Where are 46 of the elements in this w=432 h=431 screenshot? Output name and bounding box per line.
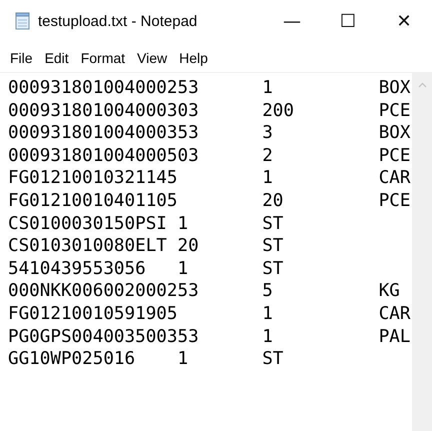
text-cell: PAL — [378, 326, 410, 348]
text-cell-text: PG0GPS004003500353 — [8, 326, 200, 348]
text-cell: ST — [262, 212, 284, 236]
text-cell: BOX — [378, 122, 410, 145]
text-cell-text: CS0103010080ELT 20 — [8, 235, 200, 258]
text-cell-text: FG01210010321145 — [8, 167, 178, 190]
text-cell-text: FG01210010591905 — [8, 302, 178, 326]
text-cell: CAR — [378, 167, 410, 190]
window-title: testupload.txt - Notepad — [38, 12, 198, 30]
text-cell-text: FG01210010401105 — [8, 190, 178, 213]
text-cell-text: 5 — [262, 280, 274, 303]
text-cell-text: 200 — [262, 100, 295, 122]
text-cell-text: 000931801004000253 — [8, 77, 200, 100]
text-cell-text: CS0100030150PSI 1 — [8, 212, 190, 236]
text-cell-text: 000NKK006002000253 — [8, 280, 200, 303]
text-cell: ST — [262, 348, 284, 371]
text-cell: ST — [262, 258, 284, 280]
text-cell: CAR — [378, 302, 410, 326]
text-cell-text: 1 — [262, 167, 274, 190]
notepad-icon — [14, 12, 32, 30]
text-cell-text: 000931801004000353 — [8, 122, 200, 145]
minimize-button[interactable]: — — [264, 0, 320, 42]
menu-item[interactable]: Help — [173, 50, 214, 66]
text-cell-text: 2 — [262, 144, 274, 168]
text-cell-text: 1 — [262, 77, 274, 100]
close-button[interactable]: ✕ — [376, 0, 432, 42]
text-cell-text: 1 — [262, 326, 274, 348]
text-cell: ST — [262, 235, 284, 258]
text-cell-text: GG10WP025016 1 — [8, 348, 190, 371]
text-cell-text: 3 — [262, 122, 274, 145]
text-cell: KG — [378, 280, 400, 303]
text-cell-text: 1 — [262, 302, 274, 326]
menu-item[interactable]: File — [4, 50, 39, 66]
menu-item[interactable]: Format — [74, 50, 132, 66]
text-cell-text: 000931801004000503 — [8, 144, 200, 168]
text-cell-text: 000931801004000303 — [8, 100, 200, 122]
text-cell: PCE — [378, 190, 410, 213]
menu-item[interactable]: View — [131, 50, 174, 66]
text-cell-text: 20 — [262, 190, 284, 213]
text-cell: PCE — [378, 144, 410, 168]
text-cell-text: 5410439553056 1 — [8, 258, 190, 280]
text-cell: PCE — [378, 100, 410, 122]
maximize-button[interactable]: ☐ — [320, 0, 376, 42]
menu-item[interactable]: Edit — [38, 50, 75, 66]
text-cell: BOX — [378, 77, 410, 100]
scroll-up-icon[interactable] — [418, 82, 426, 88]
